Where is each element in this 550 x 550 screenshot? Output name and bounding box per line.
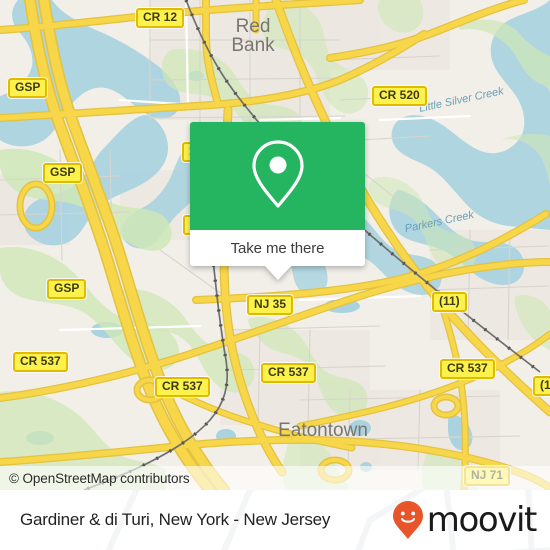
road-shield: CR 520: [372, 86, 427, 106]
take-me-there-label: Take me there: [230, 239, 325, 257]
road-shield: CR 537: [155, 377, 210, 397]
road-shield: CR 537: [13, 352, 68, 372]
attribution-text: © OpenStreetMap contributors: [9, 470, 190, 486]
moovit-wordmark: moovit: [426, 500, 538, 540]
location-pin-icon: [250, 138, 306, 215]
footer-bar: Gardiner & di Turi, New York - New Jerse…: [0, 490, 550, 550]
road-shield: GSP: [47, 279, 87, 299]
road-shield: NJ 35: [247, 295, 294, 315]
place-label-red-bank-line1: Red: [236, 16, 271, 37]
road-shield: CR 537: [261, 363, 316, 383]
road-shield: (11): [533, 376, 550, 396]
moovit-pin-icon: [392, 501, 423, 539]
take-me-there-popup[interactable]: Take me there: [190, 122, 365, 280]
place-label-red-bank-line2: Bank: [231, 35, 275, 56]
moovit-map-screen: .water{fill:#aad3df} .park{fill:#cfe7b7}…: [0, 0, 550, 550]
place-label-eatontown: Eatontown: [278, 420, 368, 441]
popup-header: [190, 122, 365, 230]
page-title: Gardiner & di Turi, New York - New Jerse…: [20, 510, 331, 529]
road-shield: GSP: [8, 78, 48, 98]
popup-tail: [263, 265, 292, 280]
road-shield: (11): [432, 292, 467, 312]
road-shield: CR 537: [440, 359, 495, 379]
road-shield: GSP: [43, 163, 83, 183]
road-shield: CR 12: [136, 8, 185, 28]
map-attribution: © OpenStreetMap contributors: [0, 466, 550, 490]
moovit-logo: moovit: [392, 500, 550, 540]
popup-footer[interactable]: Take me there: [190, 230, 365, 280]
